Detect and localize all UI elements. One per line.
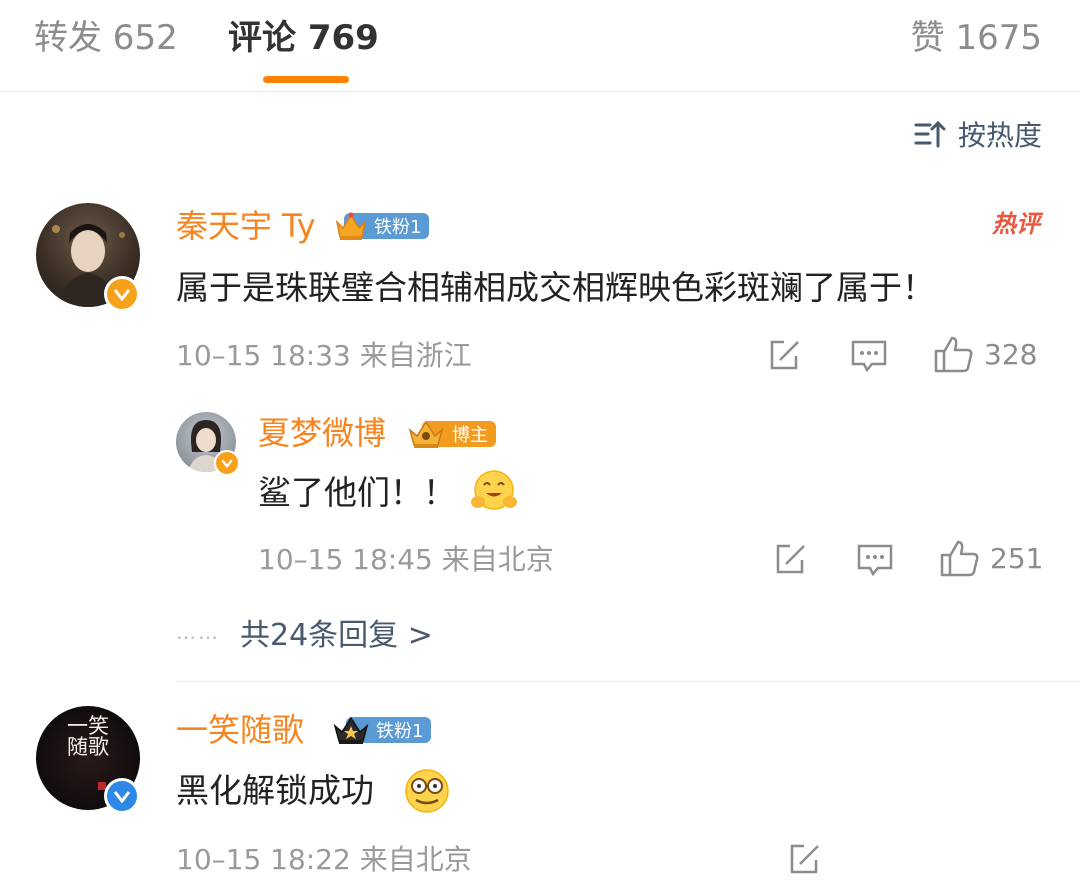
comment-username[interactable]: 秦天宇 Ty (176, 204, 316, 248)
comment-divider (176, 681, 1080, 682)
sort-icon (914, 120, 946, 148)
share-button[interactable] (786, 842, 822, 878)
reply-button[interactable] (850, 338, 888, 374)
like-count: 328 (984, 337, 1038, 371)
like-button[interactable]: 251 (940, 538, 1043, 578)
comment-icon (857, 544, 893, 577)
comment-text: 属于是珠联璧合相辅相成交相辉映色彩斑斓了属于！ (176, 268, 935, 307)
blogger-badge: 博主 (406, 420, 496, 448)
share-icon (770, 340, 799, 370)
verified-badge-icon (214, 450, 240, 476)
verified-badge-icon (104, 276, 140, 312)
more-replies-dots: …… (176, 620, 220, 644)
header-divider (0, 91, 1080, 92)
fan-badge: 铁粉1 (332, 716, 432, 744)
share-button[interactable] (766, 338, 802, 374)
reply-meta: 10–15 18:45 来自北京 (258, 543, 554, 576)
thumbs-up-icon (940, 540, 979, 577)
comment-username[interactable]: 一笑随歌 (176, 708, 304, 752)
comment-text: 黑化解锁成功 (176, 771, 374, 810)
tab-likes[interactable]: 赞 1675 (911, 14, 1042, 62)
verified-badge-icon (104, 778, 140, 814)
crown-icon (333, 716, 369, 744)
like-count: 251 (990, 541, 1044, 575)
share-icon (776, 544, 805, 574)
share-button[interactable] (772, 542, 808, 578)
tab-comments[interactable]: 评论 769 (228, 14, 379, 62)
crown-icon (335, 212, 367, 240)
comment-meta: 10–15 18:22 来自北京 (176, 843, 472, 876)
comment-meta: 10–15 18:33 来自浙江 (176, 339, 472, 372)
share-icon (790, 844, 819, 874)
comment-icon (851, 340, 887, 373)
sort-label: 按热度 (957, 119, 1042, 152)
crown-icon (408, 420, 444, 448)
sort-button[interactable]: 按热度 (914, 112, 1042, 156)
tab-forward[interactable]: 转发 652 (34, 14, 178, 62)
reply-button[interactable] (856, 542, 894, 578)
more-replies-row[interactable]: …… 共24条回复 > (176, 610, 433, 654)
thumbs-up-icon (934, 336, 973, 373)
fan-badge: 铁粉1 (334, 212, 430, 240)
avatar-calligraphy: 一笑随歌 (67, 714, 109, 759)
grimace-emoji-icon (405, 769, 449, 813)
more-replies-link[interactable]: 共24条回复 > (240, 610, 433, 654)
like-button[interactable]: 328 (934, 334, 1037, 374)
hot-comment-tag: 热评 (992, 210, 1040, 238)
hug-emoji-icon (471, 470, 517, 510)
active-tab-indicator (263, 76, 349, 83)
reply-username[interactable]: 夏梦微博 (258, 411, 386, 455)
reply-text: 鲨了他们！！ (258, 473, 456, 512)
